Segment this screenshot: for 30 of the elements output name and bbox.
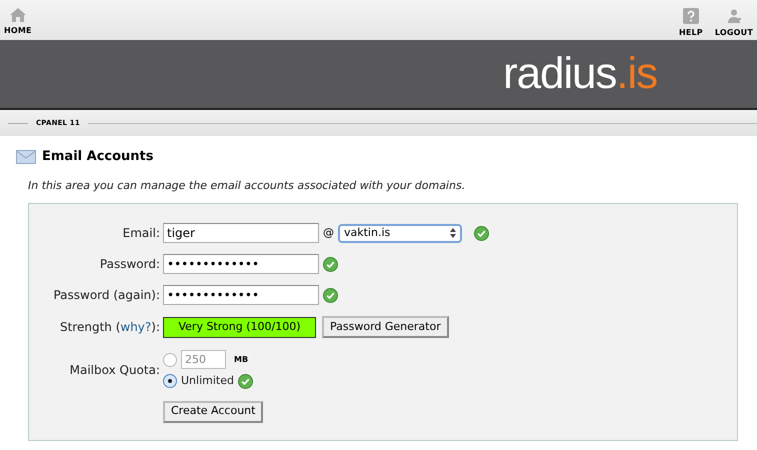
nav-link[interactable]: HOME: [4, 8, 32, 37]
password-label: Password:: [98, 256, 161, 273]
strength-label: Strength (why?):: [58, 319, 161, 336]
at-sign: @: [322, 224, 335, 241]
nav-link[interactable]: LOGOUT: [714, 8, 753, 39]
password-field[interactable]: •••••••••••••: [163, 254, 319, 274]
user-icon: [726, 8, 742, 24]
radio-button[interactable]: [163, 352, 177, 366]
help-icon: [682, 8, 699, 24]
domain-select[interactable]: vaktin.is: [338, 224, 462, 242]
quota-label: Mailbox Quota:: [68, 362, 161, 379]
quota-field[interactable]: 250: [181, 350, 226, 369]
password-generator-button[interactable]: Password Generator: [322, 316, 449, 338]
unlimited-label: Unlimited: [181, 373, 234, 389]
stepper-icon: [450, 228, 456, 238]
why-link[interactable]: why?: [120, 320, 152, 334]
strength-meter: Very Strong (100/100): [163, 316, 316, 338]
nav-link[interactable]: HELP: [678, 8, 703, 39]
radio-button[interactable]: [163, 374, 177, 388]
password-label: Password (again):: [52, 287, 161, 304]
create-account-button[interactable]: Create Account: [163, 400, 264, 422]
envelope-icon: [16, 148, 36, 165]
password-field[interactable]: •••••••••••••: [163, 285, 319, 305]
email-label: Email:: [122, 225, 161, 242]
email-field[interactable]: tiger: [163, 223, 319, 243]
home-icon: [10, 8, 26, 22]
logo: radius.is: [503, 52, 657, 96]
page-heading: Email Accounts: [42, 148, 154, 166]
unit-label: MB: [233, 354, 248, 366]
description: In this area you can manage the email accounts associated with your domains.: [27, 178, 466, 194]
